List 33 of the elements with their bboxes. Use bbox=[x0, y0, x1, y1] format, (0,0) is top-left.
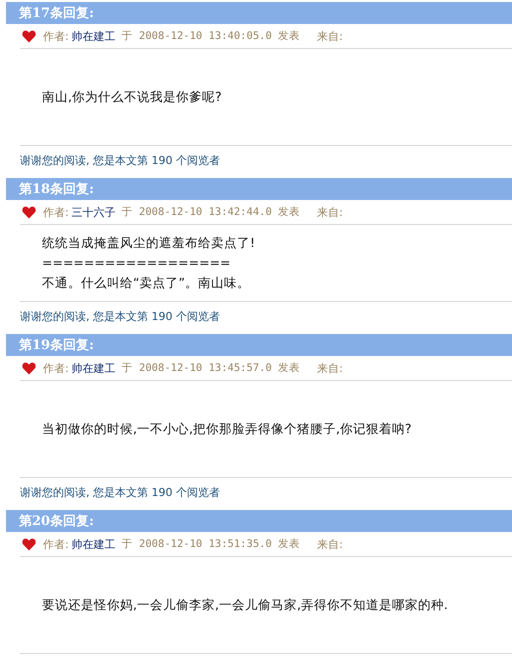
post-time: 于 2008-12-10 13:45:57.0 发表 bbox=[122, 361, 300, 375]
source-label: 来自: bbox=[317, 28, 343, 44]
reply-text: 当初做你的时候,一不小心,把你那脸弄得像个猪腰子,你记狠着呐? bbox=[42, 420, 413, 438]
reply-title: 第17条回复: bbox=[18, 5, 94, 22]
reply-text: 南山,你为什么不说我是你爹呢? bbox=[42, 88, 223, 106]
reply-text: 要说还是怪你妈,一会儿偷李家,一会儿偷马家,弄得你不知道是哪家的种. bbox=[42, 596, 449, 614]
author-name[interactable]: 帅在建工 bbox=[72, 536, 116, 552]
reader-count-text: 谢谢您的阅读, 您是本文第 190 个阅览者 bbox=[20, 154, 220, 167]
author-name[interactable]: 帅在建工 bbox=[72, 28, 116, 44]
author-name[interactable]: 三十六子 bbox=[72, 204, 116, 220]
author-label: 作者: bbox=[43, 28, 69, 44]
heart-icon bbox=[22, 538, 36, 550]
reader-count-text: 谢谢您的阅读, 您是本文第 190 个阅览者 bbox=[20, 486, 220, 499]
reply-text: ================== bbox=[42, 254, 232, 272]
author-label: 作者: bbox=[43, 204, 69, 220]
post-time: 于 2008-12-10 13:40:05.0 发表 bbox=[122, 29, 300, 43]
post-time: 于 2008-12-10 13:51:35.0 发表 bbox=[122, 537, 300, 551]
reply-text: 统统当成掩盖风尘的遮羞布给卖点了! bbox=[42, 234, 256, 252]
reply-title: 第20条回复: bbox=[18, 513, 94, 530]
source-label: 来自: bbox=[317, 536, 343, 552]
heart-icon bbox=[22, 206, 36, 218]
author-label: 作者: bbox=[43, 536, 69, 552]
reply-title: 第18条回复: bbox=[18, 181, 94, 198]
reply-text: 不通。什么叫给“卖点了”。南山味。 bbox=[42, 274, 251, 292]
reply-title: 第19条回复: bbox=[18, 337, 94, 354]
heart-icon bbox=[22, 362, 36, 374]
heart-icon bbox=[22, 30, 36, 42]
source-label: 来自: bbox=[317, 204, 343, 220]
author-name[interactable]: 帅在建工 bbox=[72, 360, 116, 376]
source-label: 来自: bbox=[317, 360, 343, 376]
reader-count-text: 谢谢您的阅读, 您是本文第 190 个阅览者 bbox=[20, 310, 220, 323]
post-time: 于 2008-12-10 13:42:44.0 发表 bbox=[122, 205, 300, 219]
author-label: 作者: bbox=[43, 360, 69, 376]
